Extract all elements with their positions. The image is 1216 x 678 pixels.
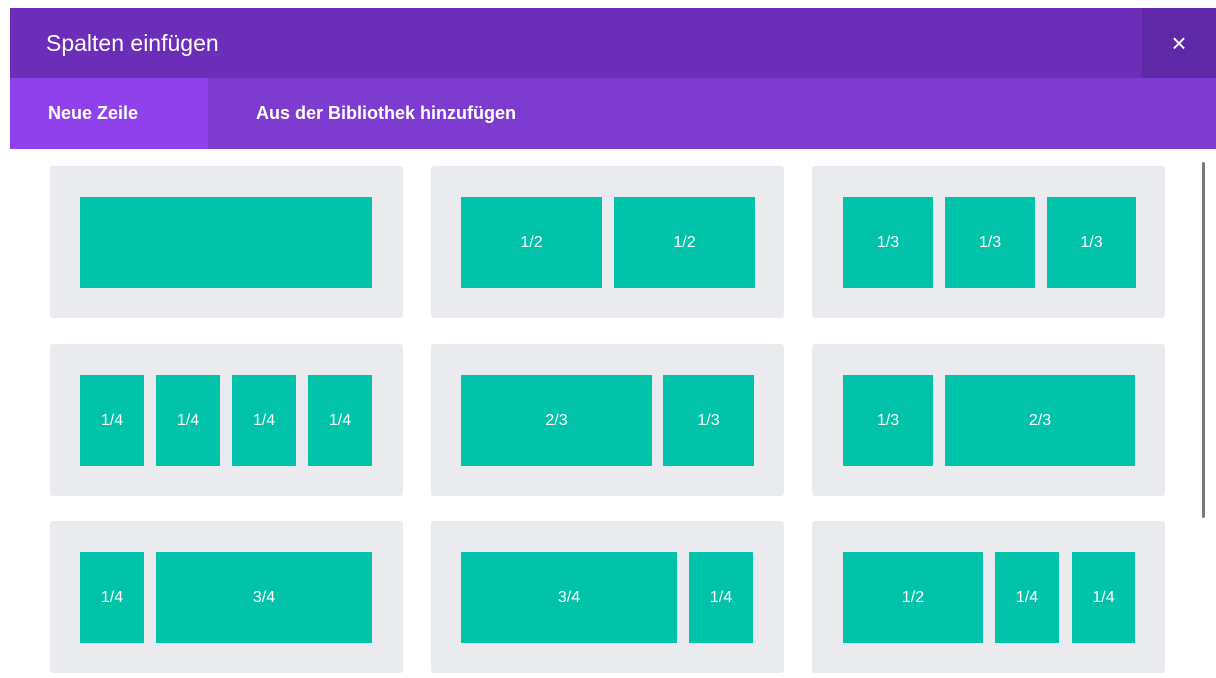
column-block: 1/2 — [614, 197, 755, 288]
modal-header: Spalten einfügen × — [10, 8, 1216, 78]
insert-columns-modal: Spalten einfügen × Neue Zeile Aus der Bi… — [10, 8, 1216, 678]
close-icon: × — [1171, 27, 1187, 58]
tab-new-row[interactable]: Neue Zeile — [10, 78, 208, 149]
column-block: 1/3 — [843, 197, 933, 288]
modal-title: Spalten einfügen — [46, 30, 219, 56]
column-block: 2/3 — [461, 375, 652, 466]
layout-option[interactable]: 1/2 1/4 1/4 — [812, 521, 1165, 673]
tab-label: Aus der Bibliothek hinzufügen — [256, 103, 516, 123]
column-block: 1/2 — [843, 552, 983, 643]
column-block: 1/3 — [843, 375, 933, 466]
column-block: 1/4 — [80, 375, 144, 466]
layout-option[interactable]: 2/3 1/3 — [431, 344, 784, 496]
layout-option[interactable]: 1/3 1/3 1/3 — [812, 166, 1165, 318]
column-block: 2/3 — [945, 375, 1135, 466]
layout-option[interactable]: 1/2 1/2 — [431, 166, 784, 318]
layout-option[interactable]: 1/4 3/4 — [50, 521, 403, 673]
column-block: 1/3 — [1047, 197, 1136, 288]
column-block: 1/3 — [945, 197, 1035, 288]
tab-add-from-library[interactable]: Aus der Bibliothek hinzufügen — [256, 78, 516, 149]
column-block: 3/4 — [461, 552, 677, 643]
column-block: 1/4 — [1072, 552, 1135, 643]
column-block: 1/4 — [80, 552, 144, 643]
column-block: 1/4 — [308, 375, 372, 466]
layout-option[interactable] — [50, 166, 403, 318]
tab-label: Neue Zeile — [48, 103, 139, 123]
layout-option[interactable]: 3/4 1/4 — [431, 521, 784, 673]
scrollbar[interactable] — [1202, 162, 1205, 518]
close-button[interactable]: × — [1142, 8, 1216, 78]
column-block: 1/4 — [156, 375, 220, 466]
tab-bar: Neue Zeile Aus der Bibliothek hinzufügen — [10, 78, 1216, 149]
column-block: 3/4 — [156, 552, 372, 643]
column-block: 1/4 — [232, 375, 296, 466]
column-block: 1/4 — [689, 552, 753, 643]
column-block: 1/4 — [995, 552, 1059, 643]
column-block — [80, 197, 372, 288]
layout-option[interactable]: 1/3 2/3 — [812, 344, 1165, 496]
layout-option[interactable]: 1/4 1/4 1/4 1/4 — [50, 344, 403, 496]
column-block: 1/2 — [461, 197, 602, 288]
column-block: 1/3 — [663, 375, 754, 466]
